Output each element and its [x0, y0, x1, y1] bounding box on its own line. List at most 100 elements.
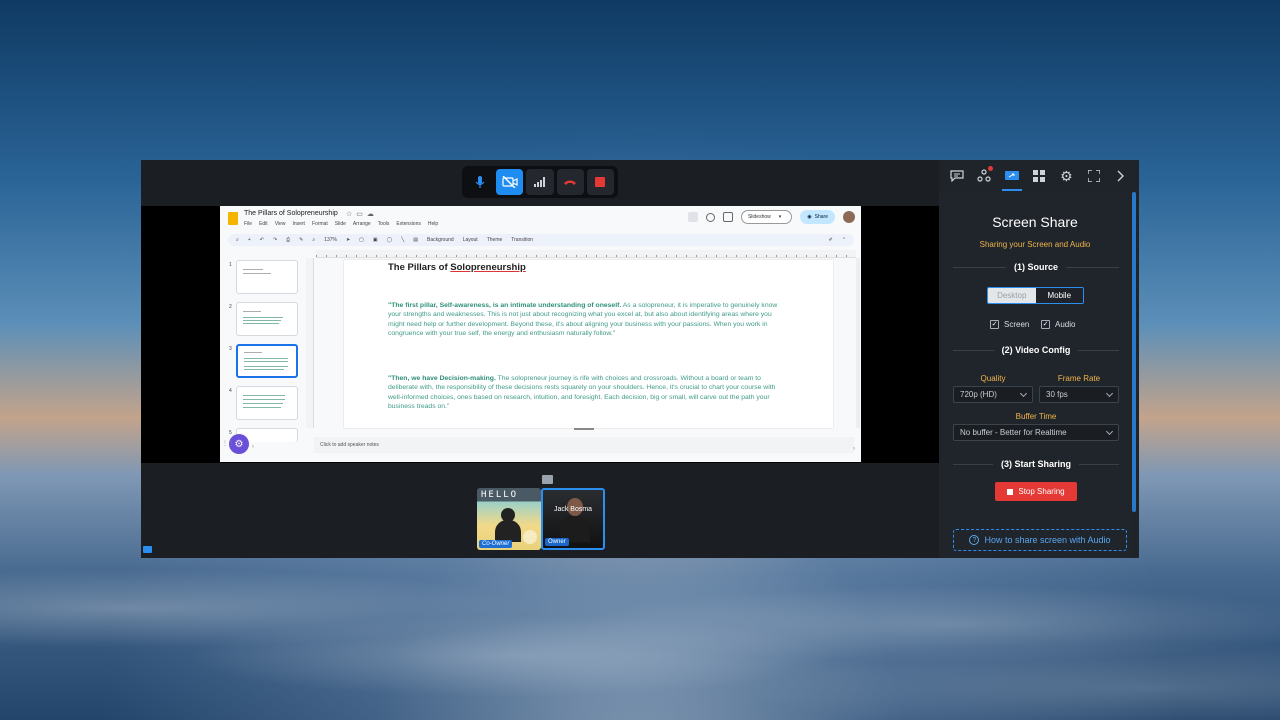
- quality-select[interactable]: 720p (HD): [953, 386, 1033, 403]
- screen-share-panel: Screen Share Sharing your Screen and Aud…: [939, 192, 1131, 558]
- slide-paragraph-1[interactable]: "The first pillar, Self-awareness, is an…: [388, 301, 788, 338]
- speaker-notes[interactable]: Click to add speaker notes: [314, 437, 854, 453]
- shape-icon[interactable]: ◯: [387, 237, 393, 243]
- source-desktop[interactable]: Desktop: [988, 288, 1036, 303]
- checkbox-checked-icon[interactable]: ✓: [1041, 320, 1050, 329]
- tab-settings[interactable]: ⚙: [1056, 164, 1076, 188]
- participant-tile[interactable]: HELLO Co-Owner: [477, 488, 541, 550]
- tab-screen-share[interactable]: [1001, 164, 1022, 191]
- folder-icon[interactable]: ▭: [356, 211, 367, 218]
- toolbar-theme[interactable]: Theme: [487, 237, 503, 243]
- collapse-icon[interactable]: ⌃: [842, 237, 846, 243]
- slides-header: The Pillars of Solopreneurship ☆▭☁ File …: [220, 206, 861, 232]
- cursor-icon[interactable]: ➤: [346, 237, 350, 243]
- cloud-icon: ☁: [366, 211, 378, 218]
- menu-tools[interactable]: Tools: [378, 221, 390, 227]
- undo-icon[interactable]: ↶: [260, 237, 264, 243]
- caret-down-icon[interactable]: ▾: [779, 214, 782, 220]
- menu-file[interactable]: File: [244, 221, 252, 227]
- howto-link[interactable]: ? How to share screen with Audio: [953, 529, 1127, 551]
- camera-off-icon: [502, 176, 518, 188]
- toolbar-layout[interactable]: Layout: [463, 237, 478, 243]
- print-icon[interactable]: ⎙: [286, 237, 290, 243]
- line-icon[interactable]: ╲: [401, 237, 404, 243]
- chat-indicator-icon[interactable]: [143, 546, 152, 553]
- comment-icon[interactable]: [722, 212, 733, 222]
- checkbox-checked-icon[interactable]: ✓: [990, 320, 999, 329]
- gear-icon: ⚙: [234, 438, 244, 450]
- audio-checkbox-row[interactable]: ✓ Audio: [1041, 320, 1075, 329]
- chevron-right-icon: [1117, 170, 1125, 182]
- slides-toolbar: ⌕ + ↶ ↷ ⎙ ✎ ⌕ 137% ➤ ▢ ▣ ◯ ╲ ▤ Backgroun…: [228, 234, 854, 246]
- menu-format[interactable]: Format: [312, 221, 328, 227]
- menu-insert[interactable]: Insert: [292, 221, 305, 227]
- slide-thumbnail-selected[interactable]: [236, 344, 298, 378]
- participant-role: Owner: [545, 538, 569, 546]
- redo-icon[interactable]: ↷: [273, 237, 277, 243]
- zoom-level[interactable]: 137%: [324, 237, 337, 243]
- menu-help[interactable]: Help: [428, 221, 438, 227]
- menu-view[interactable]: View: [275, 221, 286, 227]
- thumb-number: 2: [229, 304, 232, 310]
- stop-sharing-button[interactable]: Stop Sharing: [995, 482, 1077, 501]
- tab-participants[interactable]: [974, 164, 994, 188]
- image-icon[interactable]: ▣: [373, 237, 378, 243]
- fullscreen-button[interactable]: [1084, 164, 1104, 188]
- panel-scrollbar[interactable]: [1132, 192, 1136, 512]
- framerate-select[interactable]: 30 fps: [1039, 386, 1119, 403]
- menu-extensions[interactable]: Extensions: [396, 221, 420, 227]
- stop-recording-button[interactable]: [586, 169, 615, 195]
- mic-button[interactable]: [466, 169, 493, 195]
- shared-slides-window: The Pillars of Solopreneurship ☆▭☁ File …: [220, 206, 861, 462]
- star-icon[interactable]: ☆: [346, 211, 356, 218]
- text-box-icon[interactable]: ▢: [359, 237, 364, 243]
- tab-layout[interactable]: [1029, 164, 1049, 188]
- hangup-button[interactable]: [556, 169, 584, 195]
- source-mobile[interactable]: Mobile: [1035, 288, 1083, 303]
- slide-thumbnail[interactable]: [236, 260, 298, 294]
- slide-thumbnail[interactable]: [236, 302, 298, 336]
- signal-button[interactable]: [526, 169, 554, 195]
- slideshow-button[interactable]: Slideshow ▾: [740, 210, 793, 224]
- toolbar-transition[interactable]: Transition: [511, 237, 533, 243]
- menu-slide[interactable]: Slide: [335, 221, 346, 227]
- menu-edit[interactable]: Edit: [259, 221, 268, 227]
- thumb-number: 3: [229, 346, 232, 352]
- notes-resize-handle[interactable]: [574, 428, 594, 430]
- slide-title-underlined: Solopreneurship: [450, 262, 526, 273]
- tab-chat[interactable]: [947, 164, 967, 188]
- menu-arrange[interactable]: Arrange: [353, 221, 371, 227]
- add-icon[interactable]: +: [248, 237, 251, 243]
- pen-icon[interactable]: ✐: [829, 237, 833, 243]
- section-source-label: (1) Source: [1014, 262, 1059, 272]
- toolbar-background[interactable]: Background: [427, 237, 454, 243]
- meeting-window: The Pillars of Solopreneurship ☆▭☁ File …: [141, 160, 1139, 558]
- camera-off-button[interactable]: [496, 169, 524, 195]
- screen-checkbox-row[interactable]: ✓ Screen: [990, 320, 1029, 329]
- comment-add-icon[interactable]: ▤: [413, 237, 418, 243]
- chevron-right-icon[interactable]: ›: [853, 446, 855, 452]
- collapse-panel-button[interactable]: [1111, 164, 1131, 188]
- slide-title[interactable]: The Pillars of Solopreneurship: [388, 262, 526, 273]
- chevron-left-icon[interactable]: ‹: [252, 444, 254, 450]
- search-icon[interactable]: ⌕: [236, 237, 239, 243]
- zoom-icon[interactable]: ⌕: [312, 237, 315, 243]
- buffer-select[interactable]: No buffer - Better for Realtime: [953, 424, 1119, 441]
- history-icon[interactable]: [705, 212, 715, 222]
- document-title[interactable]: The Pillars of Solopreneurship: [244, 210, 338, 217]
- notification-dot: [988, 166, 994, 171]
- thumb-number: 5: [229, 430, 232, 436]
- buffer-label: Buffer Time: [1015, 412, 1057, 421]
- slide-thumbnail[interactable]: [236, 386, 298, 420]
- paint-format-icon[interactable]: ✎: [299, 237, 303, 243]
- participant-tile-active[interactable]: Jack Bosma Owner: [541, 488, 605, 550]
- drag-grip-icon: ⋮⋮: [222, 441, 234, 447]
- slides-scrollbar[interactable]: [856, 258, 860, 428]
- share-button[interactable]: ◉ Share: [800, 210, 835, 224]
- meet-icon[interactable]: [687, 212, 698, 222]
- slide-canvas[interactable]: The Pillars of Solopreneurship "The firs…: [344, 260, 833, 428]
- avatar[interactable]: [843, 211, 855, 223]
- slide-paragraph-2[interactable]: "Then, we have Decision-making. The solo…: [388, 374, 788, 411]
- section-video-heading: (2) Video Config: [953, 345, 1119, 355]
- participants-icon: [977, 169, 991, 182]
